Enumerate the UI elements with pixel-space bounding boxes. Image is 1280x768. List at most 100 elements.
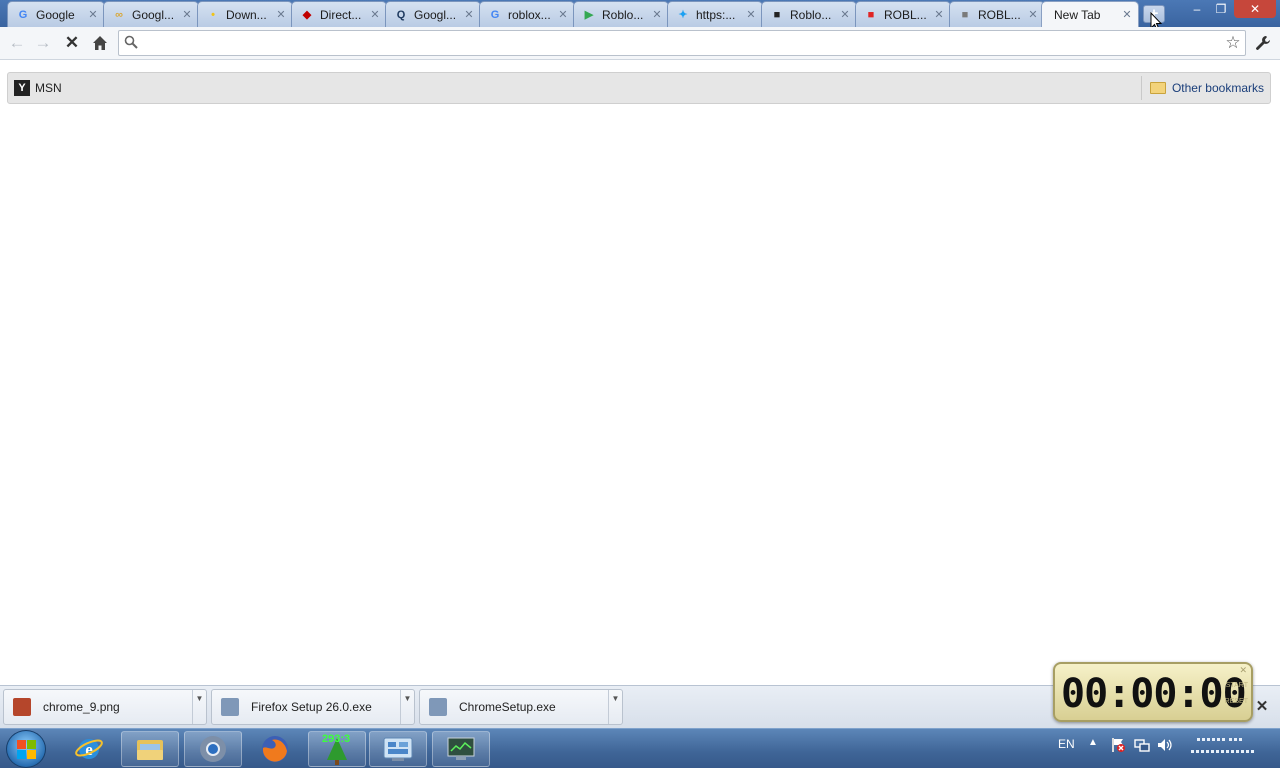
tab-6[interactable]: Groblox... ✕ [479, 1, 575, 27]
tab-10[interactable]: ■ ROBL... ✕ [855, 1, 951, 27]
installer-icon [429, 698, 447, 716]
tab-close-icon[interactable]: ✕ [368, 8, 382, 21]
folder-icon [1149, 82, 1166, 94]
redhat-icon: ◆ [302, 9, 312, 21]
tab-close-icon[interactable]: ✕ [650, 8, 664, 21]
download-menu-icon[interactable]: ▼ [400, 690, 414, 724]
language-indicator[interactable]: EN [1058, 737, 1075, 751]
restore-icon: ❐ [1215, 2, 1227, 16]
tab-5[interactable]: Q Googl... ✕ [385, 1, 481, 27]
roblox-red-icon: ■ [867, 8, 875, 21]
tab-close-icon[interactable]: ✕ [462, 8, 476, 21]
download-filename: ChromeSetup.exe [459, 700, 556, 714]
tab-7[interactable]: ▶ Roblo... ✕ [573, 1, 669, 27]
q-icon: Q [396, 8, 406, 21]
file-explorer-icon [137, 740, 163, 760]
system-clock[interactable] [1187, 735, 1261, 765]
download-item[interactable]: Firefox Setup 26.0.exe ▼ [211, 689, 415, 725]
google-icon: G [18, 8, 28, 21]
taskbar-chrome[interactable] [184, 731, 242, 767]
installer-icon [221, 698, 239, 716]
download-filename: Firefox Setup 26.0.exe [251, 700, 372, 714]
taskbar-file-explorer[interactable] [121, 731, 179, 767]
close-window-button[interactable]: ✕ [1234, 0, 1276, 18]
minimize-icon: ‒ [1193, 2, 1201, 16]
monitor-app-icon [447, 737, 475, 760]
bookmarks-bar: Y MSN Other bookmarks [7, 72, 1271, 104]
tab-title: https:... [696, 7, 736, 22]
search-icon [119, 35, 143, 52]
tab-12[interactable]: New Tab ✕ [1041, 1, 1139, 27]
back-arrow-icon: ← [8, 33, 26, 52]
timer-reset-button[interactable]: RESET [1225, 698, 1248, 705]
page-content [0, 105, 1280, 685]
home-button[interactable] [87, 31, 113, 55]
close-icon: ✕ [1249, 2, 1261, 16]
tab-11[interactable]: ■ ROBL... ✕ [949, 1, 1045, 27]
restore-button[interactable]: ❐ [1207, 0, 1235, 18]
clock-text-icon [1191, 738, 1254, 753]
taskbar-internet-explorer[interactable]: e [60, 731, 118, 767]
tab-1[interactable]: G Google ✕ [7, 1, 105, 27]
download-filename: chrome_9.png [43, 700, 120, 714]
tab-8[interactable]: ✦ https:... ✕ [667, 1, 763, 27]
lightbulb-icon: • [211, 8, 215, 21]
start-button[interactable] [6, 730, 46, 768]
tab-title: New Tab [1054, 7, 1101, 22]
other-bookmarks-button[interactable]: Other bookmarks [1140, 76, 1270, 100]
star-icon[interactable]: ☆ [1221, 33, 1245, 53]
tab-close-icon[interactable]: ✕ [1026, 8, 1040, 21]
tab-title: Googl... [414, 7, 457, 22]
bookmark-msn[interactable]: Y MSN [8, 76, 68, 100]
stop-button[interactable]: ✕ [59, 31, 85, 55]
taskbar-tree-gadget[interactable]: 293:3 [308, 731, 366, 767]
tab-close-icon[interactable]: ✕ [274, 8, 288, 21]
bookmark-label: MSN [35, 81, 62, 95]
forward-arrow-icon: → [34, 33, 52, 52]
tab-9[interactable]: ■ Roblo... ✕ [761, 1, 857, 27]
taskbar-control-panel[interactable] [369, 731, 427, 767]
download-menu-icon[interactable]: ▼ [192, 690, 206, 724]
timer-gadget: 00:00:00 ✕ START RESET [1053, 662, 1253, 722]
tab-title: Google [36, 7, 75, 22]
internet-explorer-icon: e [75, 739, 103, 759]
show-hidden-icons-button[interactable]: ▲ [1088, 737, 1098, 748]
address-input[interactable] [143, 32, 1221, 54]
omnibox[interactable]: ☆ [118, 30, 1246, 56]
tab-close-icon[interactable]: ✕ [1120, 8, 1134, 21]
network-icon[interactable] [1134, 737, 1150, 756]
volume-icon[interactable] [1157, 737, 1173, 756]
taskbar-monitor-app[interactable] [432, 731, 490, 767]
action-center-icon[interactable] [1110, 737, 1126, 756]
wrench-icon [1256, 36, 1270, 50]
tab-close-icon[interactable]: ✕ [180, 8, 194, 21]
tab-close-icon[interactable]: ✕ [556, 8, 570, 21]
control-panel-icon [383, 737, 413, 761]
play-store-icon: ▶ [584, 9, 594, 21]
tab-close-icon[interactable]: ✕ [932, 8, 946, 21]
download-item[interactable]: chrome_9.png ▼ [3, 689, 207, 725]
tab-4[interactable]: ◆ Direct... ✕ [291, 1, 387, 27]
back-button[interactable]: ← [4, 31, 30, 55]
taskbar-firefox[interactable] [246, 731, 304, 767]
msn-icon: Y [14, 80, 30, 96]
download-item[interactable]: ChromeSetup.exe ▼ [419, 689, 623, 725]
close-shelf-button[interactable]: ✕ [1253, 698, 1271, 716]
google-drive-icon: ∞ [115, 8, 123, 21]
forward-button[interactable]: → [30, 31, 56, 55]
tab-2[interactable]: ∞ Googl... ✕ [103, 1, 199, 27]
tab-title: Down... [226, 7, 267, 22]
tab-close-icon[interactable]: ✕ [744, 8, 758, 21]
chrome-icon [200, 736, 226, 762]
tab-title: ROBL... [884, 7, 927, 22]
download-menu-icon[interactable]: ▼ [608, 690, 622, 724]
timer-close-icon[interactable]: ✕ [1239, 665, 1247, 676]
tab-close-icon[interactable]: ✕ [838, 8, 852, 21]
tab-3[interactable]: • Down... ✕ [197, 1, 293, 27]
image-file-icon [13, 698, 31, 716]
wrench-menu-button[interactable] [1250, 31, 1276, 55]
tab-close-icon[interactable]: ✕ [86, 8, 100, 21]
tab-title: roblox... [508, 7, 551, 22]
timer-start-button[interactable]: START [1226, 682, 1248, 689]
tab-strip: G Google ✕ ∞ Googl... ✕ • Down... ✕ ◆ Direct... ✕ Q G… [0, 0, 1280, 31]
